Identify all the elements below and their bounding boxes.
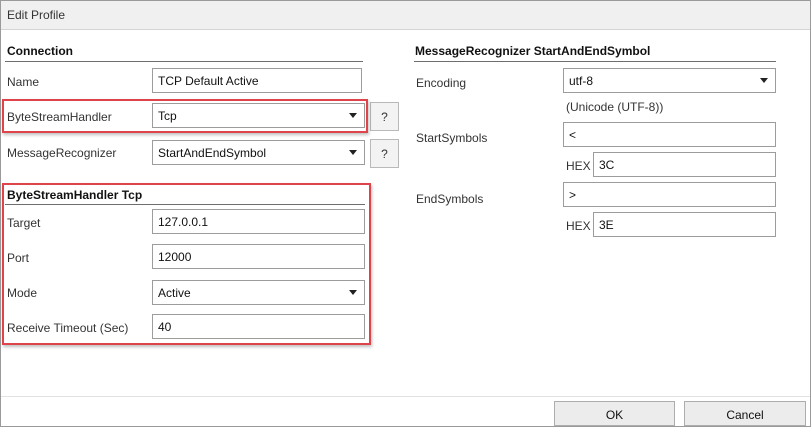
bsh-tcp-highlight [2, 183, 371, 345]
encoding-dropdown[interactable]: utf-8 [563, 68, 776, 93]
encoding-label: Encoding [416, 76, 467, 90]
end-hex-label: HEX [566, 219, 591, 233]
name-label: Name [7, 75, 40, 89]
message-recognizer-label: MessageRecognizer [7, 146, 117, 160]
start-symbols-field[interactable]: < [563, 122, 776, 147]
end-symbols-label: EndSymbols [416, 192, 484, 206]
start-hex-field[interactable]: 3C [593, 152, 776, 177]
message-recognizer-heading: MessageRecognizer StartAndEndSymbol [415, 44, 651, 58]
byte-stream-handler-highlight [2, 99, 368, 133]
byte-stream-handler-help-button[interactable]: ? [370, 102, 399, 131]
cancel-button[interactable]: Cancel [684, 401, 806, 426]
start-symbols-label: StartSymbols [416, 131, 488, 145]
chevron-down-icon [349, 150, 357, 155]
message-recognizer-help-button[interactable]: ? [370, 139, 399, 168]
connection-heading: Connection [7, 44, 73, 58]
name-field[interactable]: TCP Default Active [152, 68, 362, 93]
message-recognizer-value: StartAndEndSymbol [158, 146, 267, 160]
edit-profile-window: Edit Profile Connection Name TCP Default… [0, 0, 811, 427]
start-hex-label: HEX [566, 159, 591, 173]
connection-divider [5, 61, 363, 62]
end-hex-field[interactable]: 3E [593, 212, 776, 237]
window-title: Edit Profile [7, 8, 66, 22]
message-recognizer-dropdown[interactable]: StartAndEndSymbol [152, 140, 365, 165]
encoding-value: utf-8 [569, 74, 594, 88]
ok-button[interactable]: OK [554, 401, 675, 426]
message-recognizer-divider [414, 61, 776, 62]
footer-divider [1, 396, 810, 397]
title-bar: Edit Profile [1, 1, 810, 30]
encoding-description: (Unicode (UTF-8)) [566, 100, 664, 114]
chevron-down-icon [760, 78, 768, 83]
end-symbols-field[interactable]: > [563, 182, 776, 207]
